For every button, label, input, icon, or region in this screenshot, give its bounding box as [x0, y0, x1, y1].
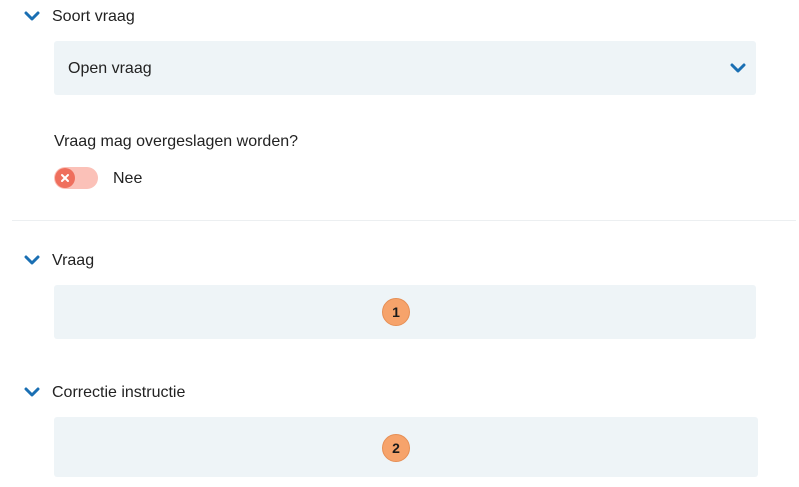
question-field[interactable]: 1	[54, 285, 756, 339]
chevron-down-icon[interactable]	[24, 11, 40, 23]
section-divider	[12, 220, 796, 221]
section-title-question: Vraag	[52, 252, 95, 269]
skip-question-label: Vraag mag overgeslagen worden?	[54, 133, 299, 150]
section-header-question-type[interactable]: Soort vraag	[24, 8, 135, 26]
close-icon	[61, 174, 69, 182]
question-type-select[interactable]: Open vraag	[54, 41, 756, 95]
section-header-question[interactable]: Vraag	[24, 252, 94, 270]
chevron-down-icon[interactable]	[24, 255, 40, 267]
chevron-down-icon[interactable]	[730, 63, 746, 75]
skip-question-toggle-text: Nee	[113, 170, 143, 187]
marker-badge-1: 1	[382, 298, 410, 326]
marker-badge-2: 2	[382, 434, 410, 462]
skip-question-toggle[interactable]	[54, 167, 98, 189]
chevron-down-icon[interactable]	[24, 387, 40, 399]
section-header-correction[interactable]: Correctie instructie	[24, 384, 185, 402]
section-title-correction: Correctie instructie	[52, 384, 186, 401]
question-type-selected-value: Open vraag	[68, 60, 152, 77]
section-title-question-type: Soort vraag	[52, 8, 135, 25]
toggle-knob	[55, 168, 75, 188]
correction-instruction-field[interactable]: 2	[54, 417, 758, 477]
